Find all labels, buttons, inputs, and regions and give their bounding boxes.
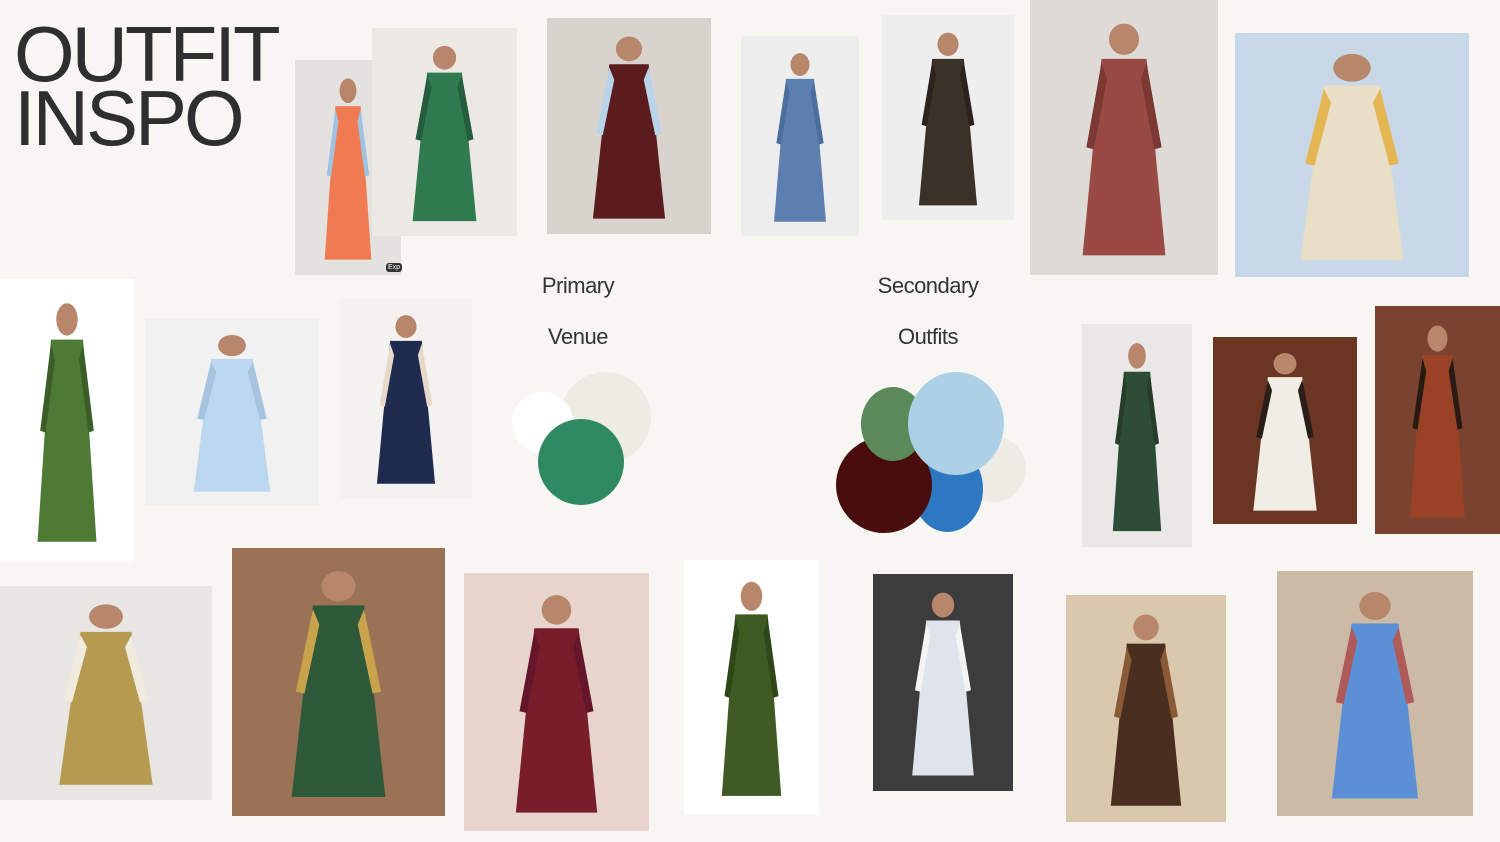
photo-illustration	[741, 36, 859, 236]
venue-label: Venue	[548, 324, 608, 349]
photo-illustration	[372, 28, 517, 236]
photo-illustration	[873, 574, 1013, 791]
photo-illustration	[1066, 595, 1226, 822]
photo-illustration	[464, 573, 649, 831]
photo-crochet-shirt-man	[1235, 33, 1469, 277]
photo-badge: Exp	[386, 263, 403, 272]
head-shape	[321, 570, 356, 602]
photo-light-blue-blouse	[145, 319, 319, 505]
photo-green-velvet-suit	[684, 560, 819, 814]
title-line-inspo: INSPO	[14, 74, 245, 162]
outfits-label: Outfits	[897, 324, 959, 349]
head-shape	[218, 334, 246, 357]
photo-rust-striped-shirt-man	[1375, 306, 1500, 534]
photo-sequin-chevron-dress	[232, 548, 445, 816]
photo-illustration	[882, 15, 1014, 220]
head-shape	[790, 53, 810, 76]
head-shape	[1359, 592, 1391, 620]
photo-illustration	[0, 586, 212, 800]
photo-burgundy-look-gloves	[547, 18, 711, 234]
photo-illustration	[232, 548, 445, 816]
photo-green-suit-man	[1082, 324, 1192, 547]
photo-blue-tulle-gown	[741, 36, 859, 236]
head-shape	[1128, 343, 1146, 369]
photo-illustration	[1082, 324, 1192, 547]
head-shape	[931, 592, 955, 618]
head-shape	[1273, 353, 1297, 375]
head-shape	[937, 32, 959, 56]
photo-illustration	[340, 298, 472, 498]
photo-knit-polo-man	[0, 586, 212, 800]
photo-rust-disc-dress	[1030, 0, 1218, 275]
photo-burgundy-gown	[464, 573, 649, 831]
photo-blue-suit-man	[1277, 571, 1473, 816]
primary-swatch-emerald	[538, 419, 624, 505]
photo-illustration	[1235, 33, 1469, 277]
photo-illustration	[1375, 306, 1500, 534]
head-shape	[432, 45, 457, 70]
head-shape	[1133, 614, 1159, 641]
head-shape	[740, 581, 763, 611]
photo-lace-shirt-man	[1213, 337, 1357, 524]
head-shape	[56, 303, 78, 336]
head-shape	[1108, 23, 1140, 55]
head-shape	[1333, 53, 1371, 82]
photo-illustration	[1030, 0, 1218, 275]
photo-brown-trousers-balcony	[1066, 595, 1226, 822]
head-shape	[339, 78, 357, 103]
head-shape	[395, 315, 417, 338]
photo-illustration	[684, 560, 819, 814]
photo-illustration	[0, 279, 134, 562]
head-shape	[615, 36, 643, 62]
photo-illustration	[145, 319, 319, 505]
photo-pale-suit-man	[873, 574, 1013, 791]
photo-illustration	[1213, 337, 1357, 524]
head-shape	[541, 595, 572, 625]
photo-illustration	[1277, 571, 1473, 816]
head-shape	[1427, 325, 1448, 352]
secondary-swatch-sky	[908, 372, 1004, 475]
photo-brown-suit-man	[882, 15, 1014, 220]
board-title: OUTFIT INSPO	[14, 15, 281, 162]
photo-green-metallic-jumpsuit	[0, 279, 134, 562]
photo-green-pleated-dress	[372, 28, 517, 236]
photo-illustration	[547, 18, 711, 234]
photo-navy-pleated-skirt	[340, 298, 472, 498]
head-shape	[89, 604, 123, 629]
primary-label: Primary	[541, 273, 615, 298]
secondary-label: Secondary	[877, 273, 979, 298]
